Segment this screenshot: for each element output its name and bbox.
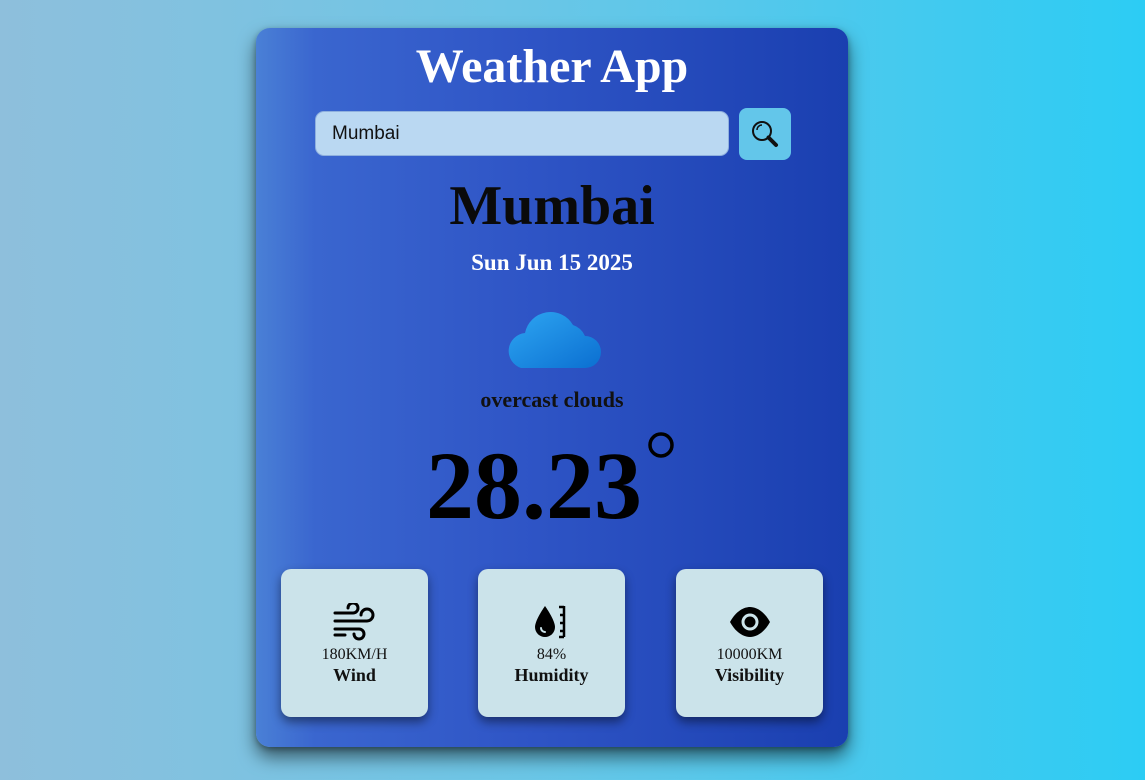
wind-label: Wind [333,665,376,685]
humidity-icon [534,605,565,639]
city-name: Mumbai [449,175,655,237]
weather-description: overcast clouds [480,387,624,412]
search-input[interactable] [315,111,729,156]
humidity-card: 84% Humidity [478,569,625,717]
current-date: Sun Jun 15 2025 [471,250,633,275]
search-icon [752,121,778,147]
visibility-value: 10000KM [716,646,783,663]
app-title: Weather App [415,40,689,93]
temperature: 28.23 [426,432,642,539]
humidity-label: Humidity [514,665,589,685]
wind-card: 180KM/H Wind [281,569,428,717]
eye-icon [729,607,770,637]
visibility-card: 10000KM Visibility [676,569,823,717]
humidity-value: 84% [536,646,567,663]
weather-card: Weather App Mumbai Sun Jun 15 2025 overc… [256,28,848,747]
wind-value: 180KM/H [321,646,388,663]
search-button[interactable] [739,108,791,160]
cloud-icon [508,312,601,368]
degree-icon [648,432,674,458]
wind-icon [333,603,374,641]
visibility-label: Visibility [714,665,785,685]
